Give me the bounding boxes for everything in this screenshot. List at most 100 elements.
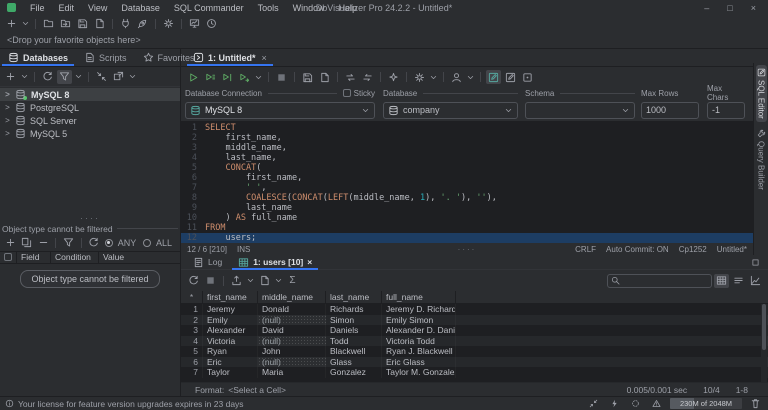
tree-row-mysql5[interactable]: > MySQL 5: [0, 127, 180, 140]
filter-refresh-button[interactable]: [87, 236, 101, 250]
driver-manager-button[interactable]: [135, 17, 150, 31]
memory-indicator[interactable]: 230M of 2048M: [670, 398, 742, 409]
table-cell[interactable]: Victoria Todd: [382, 336, 456, 347]
copy-result-button[interactable]: [257, 274, 272, 288]
max-rows-input[interactable]: [641, 102, 699, 119]
history-button[interactable]: [204, 17, 219, 31]
export-dropdown[interactable]: [246, 274, 255, 288]
execute-script-button[interactable]: [203, 70, 218, 84]
grid-view-button[interactable]: [714, 274, 729, 288]
table-cell[interactable]: Ryan: [203, 346, 258, 357]
radio-all[interactable]: [143, 239, 151, 247]
tree-row-postgresql[interactable]: > PostgreSQL: [0, 101, 180, 114]
import-button[interactable]: [58, 17, 73, 31]
menu-file[interactable]: File: [23, 3, 52, 13]
editor-settings-dropdown[interactable]: [429, 70, 438, 84]
schema-select[interactable]: [525, 102, 635, 119]
warnings-icon[interactable]: [649, 397, 664, 410]
tool-properties-button[interactable]: [161, 17, 176, 31]
table-cell[interactable]: Daniels: [326, 325, 382, 336]
table-cell[interactable]: Donald: [258, 304, 326, 315]
export-button[interactable]: [229, 274, 244, 288]
copy-result-dropdown[interactable]: [274, 274, 283, 288]
radio-any[interactable]: [105, 239, 113, 247]
table-cell[interactable]: Blackwell: [326, 346, 382, 357]
menu-view[interactable]: View: [81, 3, 114, 13]
charts-button[interactable]: [187, 17, 202, 31]
format-sql-button[interactable]: [386, 70, 401, 84]
table-cell[interactable]: Eric: [203, 357, 258, 368]
filter-remove-button[interactable]: [36, 236, 50, 250]
close-tab-icon[interactable]: ×: [307, 257, 312, 267]
table-cell[interactable]: Jeremy: [203, 304, 258, 315]
execute-explain-button[interactable]: [237, 70, 252, 84]
garbage-collect-icon[interactable]: [748, 397, 763, 410]
search-input[interactable]: [623, 275, 708, 287]
rollback-button[interactable]: [360, 70, 375, 84]
close-tab-icon[interactable]: ×: [262, 53, 267, 63]
add-connection-button[interactable]: [3, 70, 18, 84]
row-number-header[interactable]: *: [181, 291, 203, 303]
tree-row-mysql8[interactable]: > MySQL 8: [0, 88, 180, 101]
tab-log[interactable]: Log: [185, 255, 230, 269]
maximize-button[interactable]: □: [727, 3, 732, 13]
menu-window[interactable]: Window: [286, 3, 332, 13]
execute-current-button[interactable]: [220, 70, 235, 84]
open-object-button[interactable]: [111, 70, 126, 84]
grid-scrollbar[interactable]: [761, 304, 767, 382]
table-cell[interactable]: Jeremy D. Richards: [382, 304, 456, 315]
table-cell[interactable]: Taylor M. Gonzalez: [382, 367, 456, 378]
filter-dropdown[interactable]: [74, 70, 83, 84]
stop-result-button[interactable]: [203, 274, 218, 288]
open-button[interactable]: [41, 17, 56, 31]
expand-chevron-icon[interactable]: >: [4, 90, 11, 99]
table-cell[interactable]: Todd: [326, 336, 382, 347]
table-cell[interactable]: Gonzalez: [326, 367, 382, 378]
sql-editor-mode-button[interactable]: [486, 70, 501, 84]
save-as-button[interactable]: [92, 17, 107, 31]
execute-button[interactable]: [186, 70, 201, 84]
column-header-full-name[interactable]: full_name: [382, 291, 456, 303]
maximize-panel-icon[interactable]: [748, 255, 763, 269]
filter-copy-button[interactable]: [19, 236, 33, 250]
table-cell[interactable]: (null): [258, 357, 326, 368]
connection-select[interactable]: MySQL 8: [185, 102, 375, 119]
save-script-as-button[interactable]: [317, 70, 332, 84]
close-button[interactable]: ×: [751, 3, 756, 13]
filter-disabled-button[interactable]: Object type cannot be filtered: [20, 270, 159, 288]
table-cell[interactable]: David: [258, 325, 326, 336]
filter-apply-button[interactable]: [61, 236, 75, 250]
max-chars-input[interactable]: [707, 102, 745, 119]
open-object-dropdown[interactable]: [128, 70, 137, 84]
minimize-button[interactable]: –: [704, 3, 709, 13]
sticky-checkbox[interactable]: [343, 89, 351, 97]
tab-query-builder[interactable]: Query Builder: [756, 126, 767, 193]
menu-tools[interactable]: Tools: [251, 3, 286, 13]
table-cell[interactable]: Alexander: [203, 325, 258, 336]
menu-database[interactable]: Database: [114, 3, 167, 13]
menu-edit[interactable]: Edit: [52, 3, 82, 13]
background-tasks-icon[interactable]: [628, 397, 643, 410]
editor-settings-button[interactable]: [412, 70, 427, 84]
filter-add-button[interactable]: [3, 236, 17, 250]
tab-users-result[interactable]: 1: users [10] ×: [230, 255, 320, 269]
sql-editor[interactable]: 1SELECT2 first_name,3 middle_name,4 last…: [181, 121, 753, 243]
column-header-middle-name[interactable]: middle_name: [258, 291, 326, 303]
table-cell[interactable]: (null): [258, 315, 326, 326]
filter-select-all-checkbox[interactable]: [4, 253, 12, 261]
filter-tree-button[interactable]: [57, 70, 72, 84]
table-cell[interactable]: Ryan J. Blackwell: [382, 346, 456, 357]
rerun-button[interactable]: [186, 274, 201, 288]
collapse-all-button[interactable]: [94, 70, 109, 84]
table-cell[interactable]: Victoria: [203, 336, 258, 347]
stop-button[interactable]: [274, 70, 289, 84]
column-header-first-name[interactable]: first_name: [203, 291, 258, 303]
permissions-dropdown[interactable]: [466, 70, 475, 84]
table-cell[interactable]: Richards: [326, 304, 382, 315]
execute-dropdown[interactable]: [254, 70, 263, 84]
table-cell[interactable]: (null): [258, 336, 326, 347]
activity-icon[interactable]: [607, 397, 622, 410]
add-connection-dropdown[interactable]: [20, 70, 29, 84]
collapse-window-icon[interactable]: [586, 397, 601, 410]
tab-sql-editor[interactable]: SQL Editor: [756, 65, 767, 122]
